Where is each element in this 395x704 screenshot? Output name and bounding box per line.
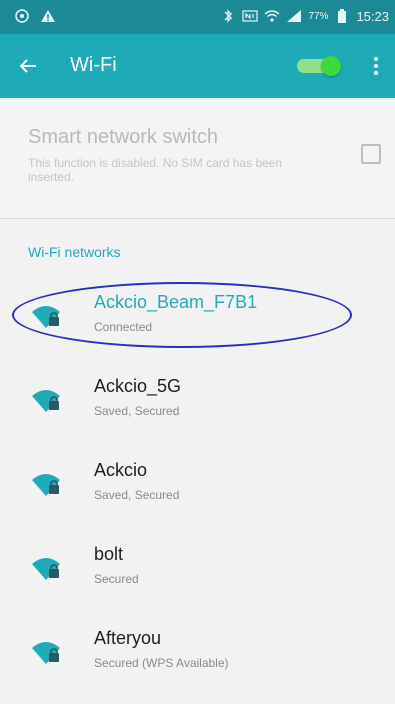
more-vert-icon-dot [374, 64, 378, 68]
smart-switch-title: Smart network switch [28, 126, 219, 148]
warning-icon [40, 8, 56, 24]
wifi-secured-icon [32, 390, 60, 412]
network-name: Ackcio_5G [94, 376, 182, 396]
smart-network-switch[interactable]: Smart network switch This function is di… [0, 98, 395, 218]
signal-icon [286, 8, 302, 24]
wifi-network-item[interactable]: Ackcio Saved, Secured [0, 446, 395, 530]
highlight-ellipse [12, 282, 352, 348]
status-bar: 77% 15:23 [0, 0, 395, 34]
wifi-secured-icon [32, 558, 60, 580]
wifi-status-icon [264, 8, 280, 24]
network-status: Saved, Secured [94, 404, 180, 418]
network-status: Secured [94, 572, 139, 586]
page-title: Wi-Fi [70, 54, 117, 76]
battery-percent: 77% [308, 10, 329, 22]
arrow-left-icon [19, 59, 36, 73]
network-status: Saved, Secured [94, 488, 180, 502]
network-status: Secured (WPS Available) [94, 656, 229, 670]
back-button[interactable] [10, 48, 46, 84]
wifi-secured-icon [32, 642, 60, 664]
settings-ring-icon [14, 8, 30, 24]
wifi-networks-header: Wi-Fi networks [28, 244, 121, 260]
status-left-icons [14, 8, 56, 24]
divider [0, 218, 395, 219]
nfc-icon [242, 8, 259, 24]
smart-switch-description: This function is disabled. No SIM card h… [28, 156, 283, 184]
wifi-secured-icon [32, 474, 60, 496]
wifi-toggle[interactable] [295, 56, 343, 76]
wifi-network-item[interactable]: Ackcio_5G Saved, Secured [0, 362, 395, 446]
smart-switch-checkbox[interactable] [361, 144, 381, 164]
network-name: Afteryou [94, 628, 162, 648]
network-name: Ackcio [94, 460, 148, 480]
more-options-button[interactable] [362, 52, 390, 80]
network-name: bolt [94, 544, 124, 564]
clock: 15:23 [356, 8, 389, 24]
wifi-network-item[interactable]: bolt Secured [0, 530, 395, 614]
more-vert-icon [374, 57, 378, 61]
wifi-network-item[interactable]: Afteryou Secured (WPS Available) [0, 614, 395, 698]
more-vert-icon-dot [374, 71, 378, 75]
app-bar: Wi-Fi [0, 34, 395, 98]
bluetooth-icon [220, 8, 236, 24]
battery-icon [334, 8, 350, 24]
status-right-icons: 77% 15:23 [220, 8, 389, 24]
toggle-knob [321, 56, 341, 76]
